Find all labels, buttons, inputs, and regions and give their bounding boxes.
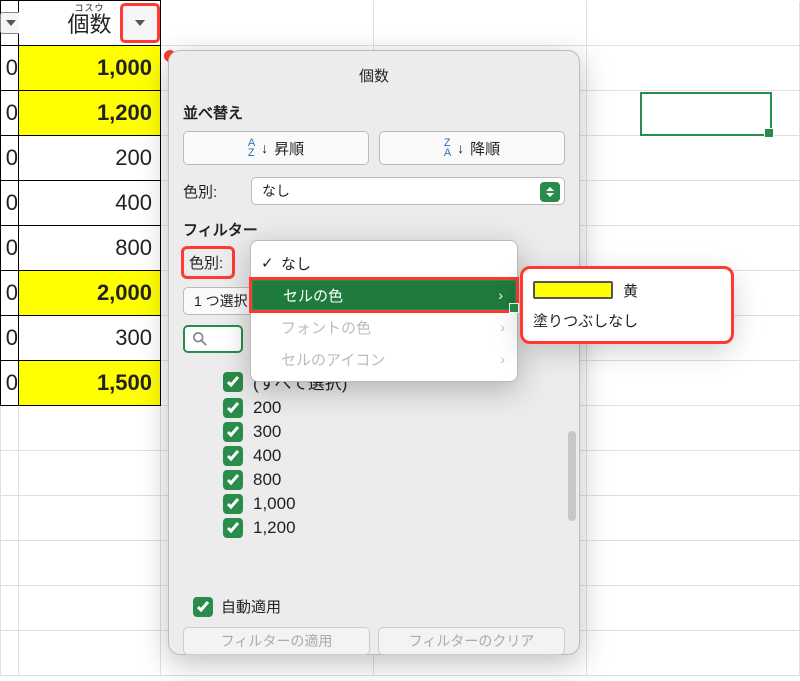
column-header-label: 個数: [67, 12, 111, 37]
cell-value[interactable]: 800: [19, 226, 161, 271]
submenu-item-yellow[interactable]: 黄: [533, 275, 721, 305]
auto-apply-row[interactable]: 自動適用: [193, 596, 565, 617]
menu-item-font-color: フォントの色 ›: [251, 311, 517, 343]
search-icon: [193, 332, 207, 346]
filter-section-label: フィルター: [183, 219, 565, 240]
filter-item[interactable]: 400: [223, 446, 565, 466]
cell-color-submenu: 黄 塗りつぶしなし: [522, 268, 732, 342]
header-prev-col: [1, 1, 19, 46]
cell-value[interactable]: 400: [19, 181, 161, 226]
cell-value[interactable]: 200: [19, 136, 161, 181]
filter-dropdown-button[interactable]: [122, 5, 158, 41]
menu-item-none[interactable]: ✓ なし: [251, 247, 517, 279]
sort-desc-label: 降順: [470, 138, 500, 159]
filter-item[interactable]: 1,200: [223, 518, 565, 538]
menu-item-cell-color[interactable]: セルの色 ›: [251, 279, 517, 311]
auto-apply-label: 自動適用: [221, 596, 281, 617]
selection-rectangle: [640, 92, 772, 136]
cell-value[interactable]: 1,000: [19, 46, 161, 91]
apply-filter-button[interactable]: フィルターの適用: [183, 627, 370, 655]
filter-item[interactable]: 200: [223, 398, 565, 418]
menu-item-cell-icon: セルのアイコン ›: [251, 343, 517, 375]
choose-one-label: 1 つ選択: [194, 293, 248, 309]
checklist-scrollbar[interactable]: [568, 431, 576, 521]
chevron-right-icon: ›: [500, 319, 505, 335]
cell-value[interactable]: 300: [19, 316, 161, 361]
sort-color-select[interactable]: なし: [251, 177, 565, 205]
filter-item[interactable]: 800: [223, 470, 565, 490]
checkbox-checked-icon: [223, 372, 243, 392]
sort-asc-icon: AZ: [248, 138, 255, 158]
clear-filter-button[interactable]: フィルターのクリア: [378, 627, 565, 655]
column-header-kosu[interactable]: コスウ 個数: [19, 1, 161, 46]
color-context-menu: ✓ なし セルの色 › フォントの色 › セルのアイコン ›: [250, 240, 518, 382]
sort-color-label: 色別:: [183, 181, 233, 202]
popover-title: 個数: [183, 61, 565, 96]
sort-color-value: なし: [262, 181, 290, 201]
color-swatch-yellow: [533, 281, 613, 299]
sort-asc-button[interactable]: AZ ↓ 昇順: [183, 131, 369, 165]
filter-item[interactable]: 1,000: [223, 494, 565, 514]
sort-asc-label: 昇順: [274, 138, 304, 159]
sort-desc-icon: ZA: [444, 138, 451, 158]
cell-value[interactable]: 1,200: [19, 91, 161, 136]
cell-value[interactable]: 1,500: [19, 361, 161, 406]
submenu-item-nofill[interactable]: 塗りつぶしなし: [533, 305, 721, 335]
filter-checklist[interactable]: (すべて選択) 200 300 400 800 1,000 1,200: [223, 365, 565, 590]
sort-section-label: 並べ替え: [183, 102, 565, 123]
cell-value[interactable]: 2,000: [19, 271, 161, 316]
checkbox-checked-icon: [193, 597, 213, 617]
arrow-down-icon: ↓: [261, 140, 268, 156]
sort-desc-button[interactable]: ZA ↓ 降順: [379, 131, 565, 165]
chevron-right-icon: ›: [500, 351, 505, 367]
filter-search-input[interactable]: [183, 325, 243, 353]
chevron-right-icon: ›: [498, 287, 503, 303]
filter-color-label: 色別:: [183, 248, 233, 277]
filter-item[interactable]: 300: [223, 422, 565, 442]
arrow-down-icon: ↓: [457, 140, 464, 156]
checkmark-icon: ✓: [261, 254, 274, 272]
